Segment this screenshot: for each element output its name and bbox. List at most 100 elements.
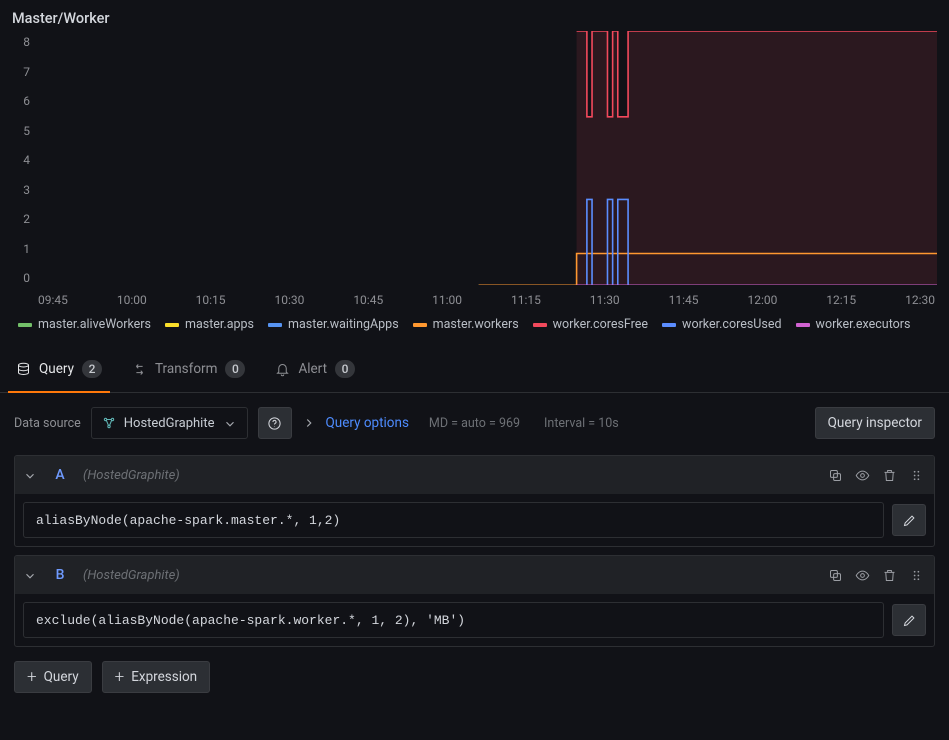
x-axis: 09:4510:0010:1510:3010:4511:0011:1511:30… (36, 289, 937, 311)
tab-label: Alert (298, 361, 327, 377)
query-actions (828, 468, 924, 483)
y-tick: 4 (23, 153, 30, 167)
legend-swatch (796, 323, 810, 327)
trash-icon[interactable] (882, 468, 897, 483)
legend-label: master.aliveWorkers (38, 317, 151, 332)
drag-icon[interactable] (909, 568, 924, 583)
chart-panel: Master/Worker 876543210 09:4510:0010:151… (0, 0, 949, 342)
legend-item[interactable]: worker.executors (796, 317, 911, 332)
query-actions (828, 568, 924, 583)
tab-query[interactable]: Query 2 (14, 348, 104, 392)
x-tick: 12:00 (747, 293, 777, 307)
x-tick: 10:45 (353, 293, 383, 307)
y-tick: 0 (23, 271, 30, 285)
chevron-down-icon[interactable] (23, 469, 37, 483)
y-tick: 5 (23, 124, 30, 138)
legend-label: master.apps (185, 317, 254, 332)
tab-count: 0 (335, 360, 355, 378)
eye-icon[interactable] (855, 468, 870, 483)
copy-icon[interactable] (828, 468, 843, 483)
legend-label: master.workers (433, 317, 519, 332)
x-tick: 12:15 (826, 293, 856, 307)
tab-count: 0 (225, 360, 245, 378)
panel-title: Master/Worker (12, 10, 937, 27)
chart-legend: master.aliveWorkers master.apps master.wai… (12, 317, 937, 332)
legend-item[interactable]: master.apps (165, 317, 254, 332)
pencil-icon (902, 513, 917, 528)
chart-plot[interactable] (36, 31, 937, 285)
add-button-row: + Query + Expression (0, 661, 949, 693)
add-expression-button[interactable]: + Expression (102, 661, 211, 693)
y-tick: 7 (23, 65, 30, 79)
tab-transform[interactable]: Transform 0 (130, 348, 247, 392)
legend-item[interactable]: worker.coresFree (533, 317, 648, 332)
query-header[interactable]: A (HostedGraphite) (15, 456, 934, 494)
y-tick: 3 (23, 183, 30, 197)
trash-icon[interactable] (882, 568, 897, 583)
legend-swatch (413, 323, 427, 327)
add-query-button[interactable]: + Query (14, 661, 92, 693)
datasource-help-button[interactable] (258, 407, 292, 439)
queries-list: A (HostedGraphite) aliasByNode(apache-sp… (0, 455, 949, 661)
query-body: exclude(aliasByNode(apache-spark.worker.… (15, 594, 934, 646)
query-input[interactable]: aliasByNode(apache-spark.master.*, 1,2) (23, 502, 884, 538)
chart-area[interactable]: 876543210 09:4510:0010:1510:3010:4511:00… (12, 31, 937, 311)
eye-icon[interactable] (855, 568, 870, 583)
bell-icon (275, 362, 290, 377)
query-id: A (51, 467, 69, 483)
legend-item[interactable]: master.workers (413, 317, 519, 332)
plus-icon: + (115, 669, 125, 686)
query-input[interactable]: exclude(aliasByNode(apache-spark.worker.… (23, 602, 884, 638)
legend-label: master.waitingApps (288, 317, 399, 332)
x-tick: 10:15 (196, 293, 226, 307)
help-icon (267, 416, 282, 431)
plus-icon: + (27, 669, 37, 686)
x-tick: 11:15 (511, 293, 541, 307)
drag-icon[interactable] (909, 468, 924, 483)
chevron-right-icon[interactable] (302, 416, 316, 430)
legend-label: worker.coresUsed (682, 317, 782, 332)
query-row: A (HostedGraphite) aliasByNode(apache-sp… (14, 455, 935, 547)
legend-swatch (268, 323, 282, 327)
datasource-selected: HostedGraphite (124, 416, 215, 431)
legend-item[interactable]: worker.coresUsed (662, 317, 782, 332)
legend-label: worker.coresFree (553, 317, 648, 332)
tab-label: Transform (155, 361, 217, 377)
pencil-icon (902, 613, 917, 628)
tab-label: Query (39, 361, 74, 377)
legend-swatch (533, 323, 547, 327)
button-label: Query (44, 669, 79, 685)
legend-swatch (165, 323, 179, 327)
datasource-label: Data source (14, 416, 81, 431)
query-inspector-button[interactable]: Query inspector (815, 407, 935, 439)
edit-query-button[interactable] (892, 604, 926, 636)
button-label: Expression (131, 669, 197, 685)
x-tick: 10:30 (274, 293, 304, 307)
legend-item[interactable]: master.aliveWorkers (18, 317, 151, 332)
x-tick: 09:45 (38, 293, 68, 307)
tab-alert[interactable]: Alert 0 (273, 348, 357, 392)
editor-tabs: Query 2 Transform 0 Alert 0 (0, 348, 949, 393)
datasource-select[interactable]: HostedGraphite (91, 407, 248, 439)
x-tick: 11:30 (590, 293, 620, 307)
md-info: MD = auto = 969 (429, 416, 520, 431)
x-tick: 12:30 (905, 293, 935, 307)
query-options-link[interactable]: Query options (326, 415, 409, 431)
query-id: B (51, 567, 69, 583)
tab-count: 2 (82, 360, 102, 378)
database-icon (16, 362, 31, 377)
query-source: (HostedGraphite) (83, 468, 180, 483)
legend-label: worker.executors (816, 317, 911, 332)
y-tick: 8 (23, 35, 30, 49)
chevron-down-icon (223, 417, 237, 431)
y-tick: 2 (23, 212, 30, 226)
query-header[interactable]: B (HostedGraphite) (15, 556, 934, 594)
legend-swatch (662, 323, 676, 327)
edit-query-button[interactable] (892, 504, 926, 536)
chevron-down-icon[interactable] (23, 569, 37, 583)
query-row: B (HostedGraphite) exclude(aliasByNode(a… (14, 555, 935, 647)
legend-item[interactable]: master.waitingApps (268, 317, 399, 332)
copy-icon[interactable] (828, 568, 843, 583)
interval-info: Interval = 10s (544, 416, 619, 431)
y-tick: 6 (23, 94, 30, 108)
